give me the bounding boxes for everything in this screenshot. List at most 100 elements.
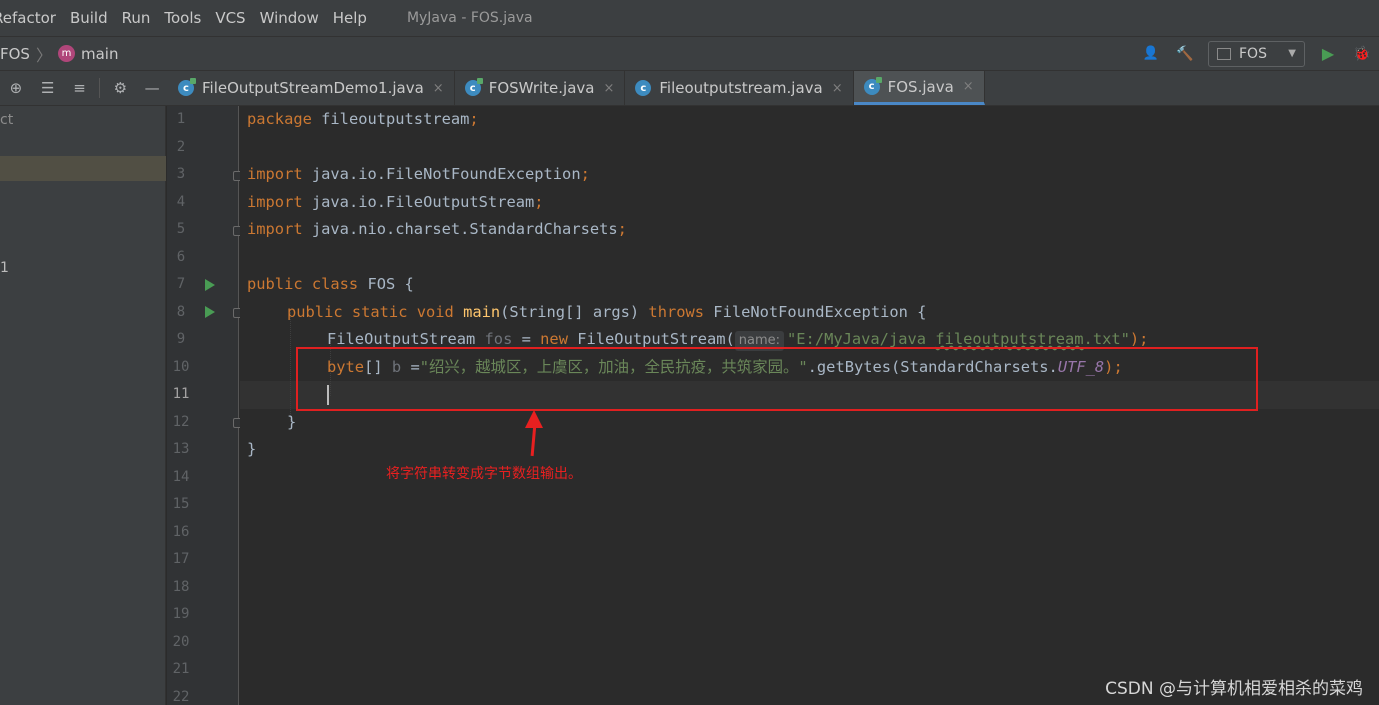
- project-panel: ct 1: [0, 106, 166, 705]
- string-literal: "E:/MyJava/java: [787, 330, 936, 348]
- java-class-icon: c: [178, 78, 196, 96]
- unused-variable: fos: [484, 330, 513, 348]
- keyword: public class: [247, 275, 359, 293]
- line-number: 12: [172, 413, 190, 430]
- code-line-13: }: [247, 436, 256, 464]
- line-number: 18: [172, 578, 190, 595]
- line-number: 22: [172, 688, 190, 705]
- hammer-icon[interactable]: 🔨: [1172, 41, 1198, 67]
- line-number: 4: [176, 193, 186, 210]
- code-line-8: public static void main(String[] args) t…: [287, 299, 926, 327]
- line-number: 7: [176, 276, 186, 292]
- close-icon[interactable]: ×: [963, 79, 974, 94]
- breadcrumb: FOS 〉 m main: [0, 42, 118, 66]
- tab-label: FOS.java: [887, 77, 954, 96]
- project-tree-item[interactable]: 1: [0, 260, 9, 276]
- keyword: throws: [648, 302, 705, 321]
- code-line-7: public class FOS {: [247, 271, 414, 299]
- java-class-icon: c: [863, 76, 882, 95]
- minimize-icon[interactable]: —: [136, 79, 168, 97]
- code-text: java.io.FileOutputStream: [302, 192, 535, 211]
- line-number: 2: [176, 138, 186, 155]
- line-number: 1: [176, 111, 186, 127]
- code-text: fileoutputstream: [311, 110, 470, 128]
- gear-icon[interactable]: ⚙: [104, 79, 136, 97]
- keyword: new: [540, 330, 568, 348]
- java-class-icon: c: [464, 78, 483, 96]
- code-text: FileNotFoundException {: [704, 302, 927, 321]
- line-number: 10: [172, 358, 190, 375]
- code-text: (String[] args): [500, 302, 649, 321]
- code-text: }: [287, 412, 297, 431]
- project-panel-label: ct: [0, 112, 14, 128]
- keyword: public static void: [287, 302, 454, 321]
- line-number: 8: [176, 303, 186, 320]
- annotation-text: 将字符串转变成字节数组输出。: [386, 466, 582, 482]
- menu-build[interactable]: Build: [70, 9, 116, 27]
- toolbar-divider: [99, 78, 101, 98]
- line-number: 5: [176, 221, 186, 237]
- string-literal-typo: fileoutputstream: [935, 330, 1084, 348]
- code-punct: );: [1129, 330, 1149, 348]
- collapse-all-icon[interactable]: ≡: [64, 79, 96, 97]
- run-class-gutter-icon[interactable]: [205, 279, 215, 291]
- dropdown-icon: ▼: [1288, 48, 1296, 59]
- target-icon[interactable]: ⊕: [0, 79, 32, 97]
- editor-tab-bar: ⊕ ☰ ≡ ⚙ — c FileOutputStreamDemo1.java ×…: [0, 71, 1379, 106]
- menu-vcs[interactable]: VCS: [215, 9, 253, 27]
- semicolon: ;: [617, 220, 627, 238]
- keyword: package: [247, 110, 312, 128]
- line-number: 14: [172, 468, 190, 485]
- breadcrumb-method[interactable]: main: [81, 45, 118, 63]
- code-text: }: [247, 440, 257, 458]
- menu-help[interactable]: Help: [333, 9, 375, 27]
- line-number: 16: [172, 523, 190, 540]
- menu-run[interactable]: Run: [122, 9, 159, 27]
- tab-fos[interactable]: c FOS.java ×: [853, 71, 985, 105]
- line-number: 17: [172, 551, 190, 567]
- line-number: 9: [176, 331, 186, 347]
- breadcrumb-project[interactable]: FOS: [0, 45, 30, 63]
- user-icon[interactable]: 👤: [1138, 41, 1164, 67]
- line-number: 6: [176, 248, 186, 265]
- watermark: CSDN @与计算机相爱相杀的菜鸡: [1105, 679, 1363, 699]
- code-line-5: import java.nio.charset.StandardCharsets…: [247, 216, 627, 244]
- line-number: 20: [172, 633, 190, 650]
- tab-label: Fileoutputstream.java: [659, 79, 823, 97]
- config-icon: [1217, 47, 1231, 60]
- tab-foswrite[interactable]: c FOSWrite.java ×: [455, 71, 626, 105]
- string-literal: .txt": [1083, 330, 1130, 348]
- chevron-right-icon: 〉: [35, 45, 52, 65]
- code-text: FileOutputStream(: [567, 330, 735, 348]
- line-number: 15: [172, 496, 190, 512]
- keyword: import: [247, 165, 303, 183]
- expand-all-icon[interactable]: ☰: [32, 79, 64, 97]
- close-icon[interactable]: ×: [603, 81, 614, 96]
- code-text: java.nio.charset.StandardCharsets: [302, 220, 618, 238]
- tab-fileoutputstream[interactable]: c Fileoutputstream.java ×: [625, 71, 854, 105]
- method-name: main: [463, 302, 501, 321]
- menu-window[interactable]: Window: [260, 9, 327, 27]
- project-tree-selected-row[interactable]: [0, 156, 166, 181]
- run-main-gutter-icon[interactable]: [205, 306, 215, 318]
- code-line-1: package fileoutputstream;: [247, 106, 479, 134]
- menu-tools[interactable]: Tools: [164, 9, 209, 27]
- window-title: MyJava - FOS.java: [406, 10, 533, 26]
- run-configuration-select[interactable]: FOS ▼: [1208, 40, 1305, 67]
- code-line-3: import java.io.FileNotFoundException;: [247, 161, 590, 189]
- project-tool-buttons: ⊕ ☰ ≡ ⚙ —: [0, 71, 168, 105]
- tab-label: FileOutputStreamDemo1.java: [202, 79, 424, 97]
- indent-guide: [290, 312, 291, 422]
- line-number: 13: [172, 441, 190, 457]
- debug-icon[interactable]: 🐞: [1349, 41, 1375, 67]
- code-text: =: [512, 330, 541, 348]
- semicolon: ;: [580, 165, 590, 183]
- menu-refactor[interactable]: Refactor: [0, 9, 64, 27]
- tab-fileoutputstreamdemo1[interactable]: c FileOutputStreamDemo1.java ×: [168, 71, 455, 105]
- close-icon[interactable]: ×: [832, 81, 843, 96]
- method-icon: m: [57, 45, 75, 62]
- close-icon[interactable]: ×: [433, 81, 444, 96]
- tab-label: FOSWrite.java: [488, 79, 595, 97]
- run-icon[interactable]: ▶: [1315, 41, 1341, 67]
- code-text: FileOutputStream: [327, 330, 485, 348]
